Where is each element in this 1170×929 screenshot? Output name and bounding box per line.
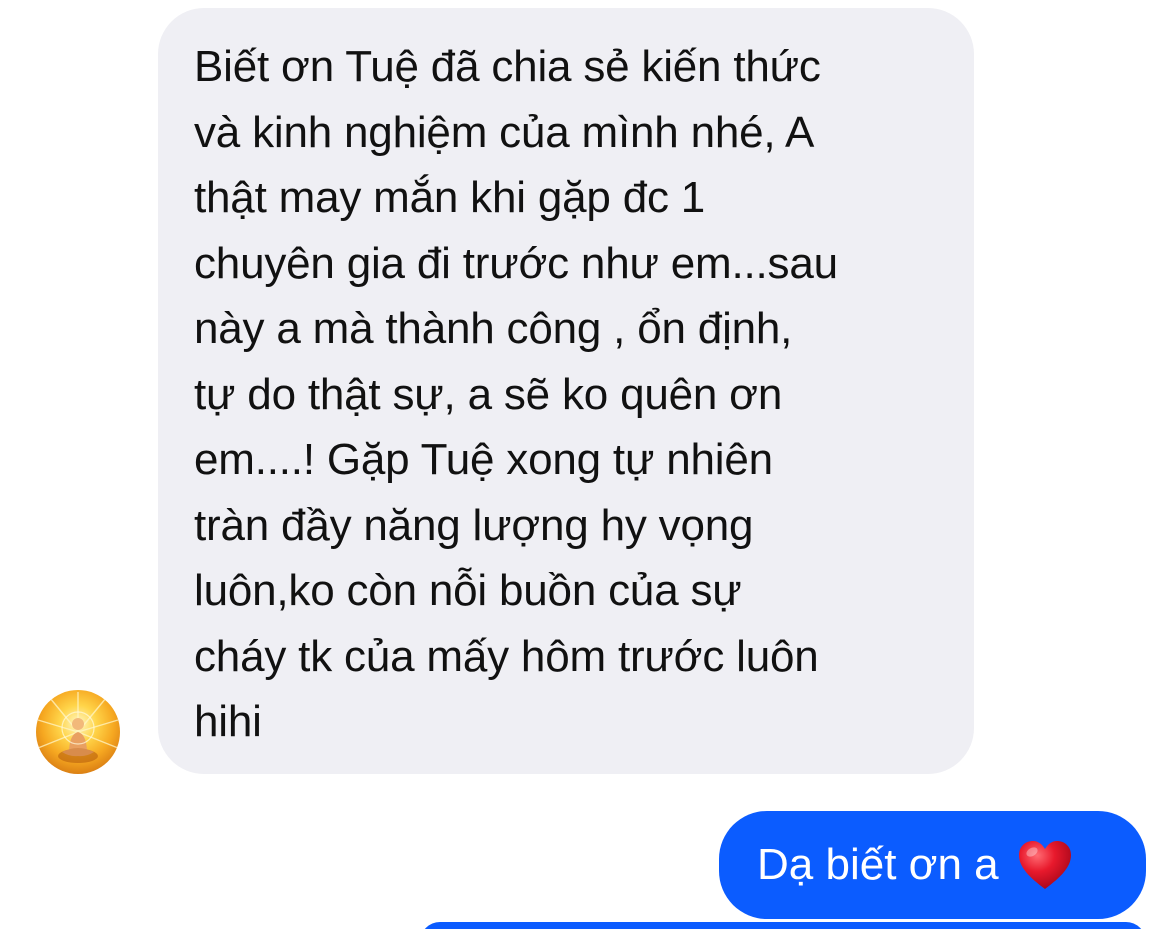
outgoing-message-text: Dạ biết ơn a: [757, 840, 999, 889]
red-heart-icon: [1017, 839, 1073, 891]
next-outgoing-message-bubble[interactable]: [420, 922, 1146, 929]
message-thread[interactable]: Biết ơn Tuệ đã chia sẻ kiến thức và kinh…: [0, 0, 1170, 929]
incoming-message-bubble[interactable]: Biết ơn Tuệ đã chia sẻ kiến thức và kinh…: [158, 8, 974, 774]
sender-avatar[interactable]: [36, 690, 120, 774]
outgoing-message-bubble[interactable]: Dạ biết ơn a: [719, 811, 1146, 919]
incoming-message-text: Biết ơn Tuệ đã chia sẻ kiến thức và kinh…: [194, 42, 838, 746]
meditating-figure-avatar-icon: [37, 692, 119, 763]
